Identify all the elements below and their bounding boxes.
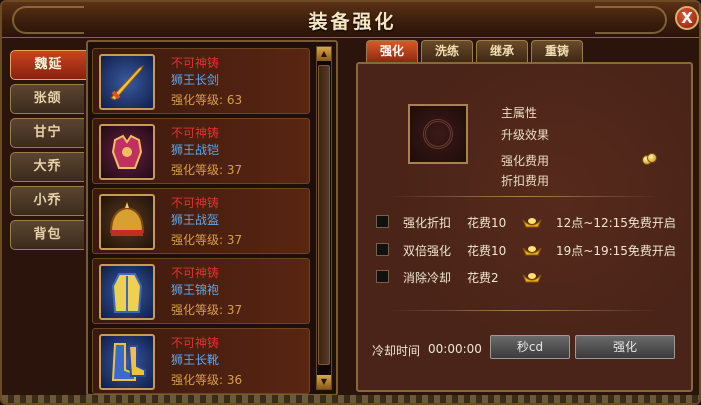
close-button[interactable]: X xyxy=(675,6,699,30)
gold-ingot-icon xyxy=(522,246,542,256)
equipment-item[interactable]: 不可神铸 狮王战铠 强化等级: 37 xyxy=(92,118,310,184)
equipment-name: 狮王长剑 xyxy=(171,73,220,87)
option-name: 强化折扣 xyxy=(403,216,452,230)
cooldown-time: 00:00:00 xyxy=(428,342,482,356)
title-bar: 装备强化 X xyxy=(2,2,699,38)
equipment-status: 不可神铸 xyxy=(171,266,220,280)
equipment-level: 强化等级: 63 xyxy=(171,93,243,107)
equipment-name: 狮王战盔 xyxy=(171,213,220,227)
hero-tab-ganning[interactable]: 甘宁 xyxy=(10,118,84,148)
equipment-name: 狮王长靴 xyxy=(171,353,220,367)
equipment-status: 不可神铸 xyxy=(171,336,220,350)
window-title: 装备强化 xyxy=(308,11,397,33)
strengthen-button[interactable]: 强化 xyxy=(575,335,675,359)
option-cost: 花费10 xyxy=(467,244,507,258)
divider xyxy=(388,196,658,197)
equipment-item[interactable]: 不可神铸 狮王长剑 强化等级: 63 xyxy=(92,48,310,114)
armor-icon xyxy=(99,124,155,180)
scroll-up-icon[interactable]: ▲ xyxy=(317,47,331,61)
equipment-name: 狮王锦袍 xyxy=(171,283,220,297)
option-name: 双倍强化 xyxy=(403,244,452,258)
cooldown-label: 冷却时间 xyxy=(372,344,421,358)
equipment-level: 强化等级: 37 xyxy=(171,163,243,177)
clear-cooldown-checkbox[interactable] xyxy=(376,270,389,283)
discount-checkbox[interactable] xyxy=(376,215,389,228)
equipment-status: 不可神铸 xyxy=(171,56,220,70)
footer-border xyxy=(2,395,699,403)
equipment-strengthen-window: 装备强化 X 魏延 张颌 甘宁 大乔 小乔 背包 不可神铸 狮王长剑 强化等级:… xyxy=(0,0,701,405)
equipment-item[interactable]: 不可神铸 狮王锦袍 强化等级: 37 xyxy=(92,258,310,324)
equipment-list: 不可神铸 狮王长剑 强化等级: 63 不可神铸 狮王战铠 强化等级: 37 不可… xyxy=(92,48,314,398)
option-cost: 花费2 xyxy=(467,271,499,285)
gold-ingot-icon xyxy=(522,273,542,283)
option-free-time: 19点~19:15免费开启 xyxy=(556,244,676,258)
equipment-list-panel: 不可神铸 狮王长剑 强化等级: 63 不可神铸 狮王战铠 强化等级: 37 不可… xyxy=(86,40,338,396)
discount-cost-label: 折扣费用 xyxy=(501,174,550,188)
equipment-level: 强化等级: 36 xyxy=(171,373,243,387)
gold-ingot-icon xyxy=(522,218,542,228)
equipment-item[interactable]: 不可神铸 狮王战盔 强化等级: 37 xyxy=(92,188,310,254)
main-attribute-label: 主属性 xyxy=(501,106,538,120)
hero-tab-weiyan[interactable]: 魏延 xyxy=(10,50,86,80)
strengthen-cost-label: 强化费用 xyxy=(501,154,550,168)
tab-recast[interactable]: 重铸 xyxy=(531,40,583,62)
hero-tab-xiaoqiao[interactable]: 小乔 xyxy=(10,186,84,216)
tab-refine[interactable]: 洗练 xyxy=(421,40,473,62)
strengthen-panel: 主属性 升级效果 强化费用 折扣费用 强化折扣 花费10 12点~12:15免费… xyxy=(356,62,693,392)
slot-emblem-icon xyxy=(423,119,453,149)
coin-icon xyxy=(642,153,658,165)
option-row-cooldown: 消除冷却 花费2 xyxy=(376,267,686,287)
upgrade-effect-label: 升级效果 xyxy=(501,128,550,142)
scroll-thumb[interactable] xyxy=(318,65,330,365)
equipment-scrollbar[interactable]: ▲ ▼ xyxy=(316,46,332,390)
robe-icon xyxy=(99,264,155,320)
double-checkbox[interactable] xyxy=(376,243,389,256)
boots-icon xyxy=(99,334,155,390)
scroll-down-icon[interactable]: ▼ xyxy=(317,375,331,389)
hero-tab-daqiao[interactable]: 大乔 xyxy=(10,152,84,182)
equipment-status: 不可神铸 xyxy=(171,196,220,210)
equipment-status: 不可神铸 xyxy=(171,126,220,140)
option-name: 消除冷却 xyxy=(403,271,452,285)
hero-tab-list: 魏延 张颌 甘宁 大乔 小乔 背包 xyxy=(10,50,86,254)
equipment-level: 强化等级: 37 xyxy=(171,303,243,317)
tab-strengthen[interactable]: 强化 xyxy=(366,40,418,62)
divider xyxy=(388,310,658,311)
clear-cd-button[interactable]: 秒cd xyxy=(490,335,570,359)
sword-icon xyxy=(99,54,155,110)
equipment-name: 狮王战铠 xyxy=(171,143,220,157)
option-cost: 花费10 xyxy=(467,216,507,230)
option-row-double: 双倍强化 花费10 19点~19:15免费开启 xyxy=(376,240,686,260)
helmet-icon xyxy=(99,194,155,250)
equipment-level: 强化等级: 37 xyxy=(171,233,243,247)
option-free-time: 12点~12:15免费开启 xyxy=(556,216,676,230)
tab-inherit[interactable]: 继承 xyxy=(476,40,528,62)
hero-tab-backpack[interactable]: 背包 xyxy=(10,220,84,250)
option-row-discount: 强化折扣 花费10 12点~12:15免费开启 xyxy=(376,212,686,232)
equipment-item[interactable]: 不可神铸 狮王长靴 强化等级: 36 xyxy=(92,328,310,394)
equipment-slot[interactable] xyxy=(408,104,468,164)
hero-tab-zhanghe[interactable]: 张颌 xyxy=(10,84,84,114)
